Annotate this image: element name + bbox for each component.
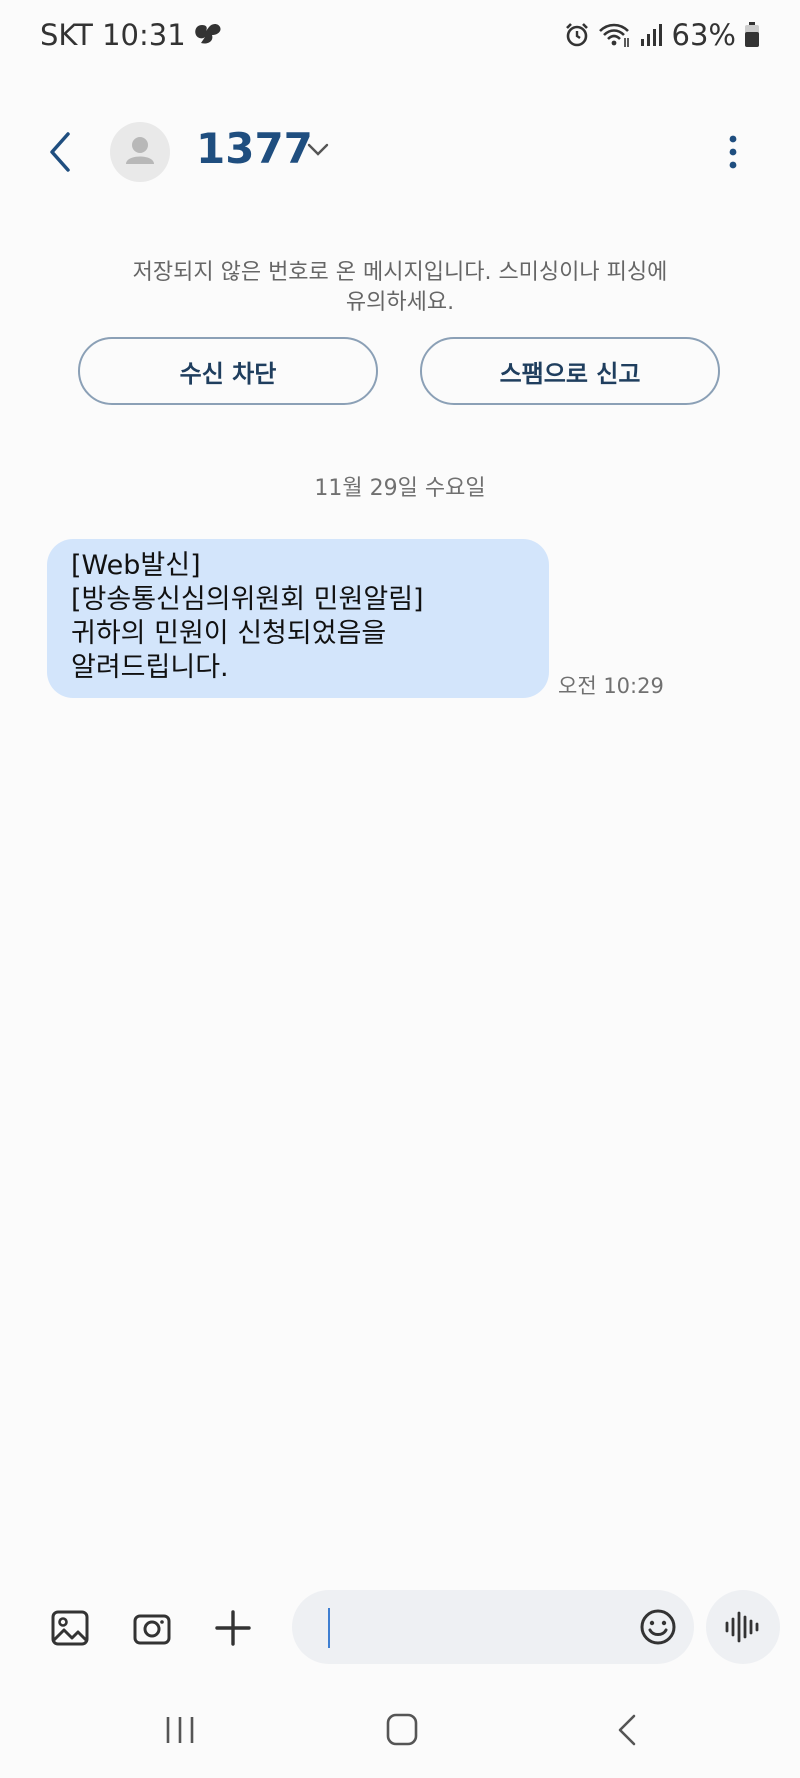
more-vertical-icon: [729, 135, 737, 169]
unknown-number-warning: 저장되지 않은 번호로 온 메시지입니다. 스미싱이나 피싱에 유의하세요.: [80, 258, 720, 318]
plus-icon: [215, 1610, 251, 1646]
more-options-button[interactable]: [726, 132, 740, 172]
emoji-button[interactable]: [638, 1607, 678, 1647]
status-bar: SKT 10:31 63%: [0, 0, 800, 76]
compose-bar: [0, 1590, 800, 1666]
system-back-button[interactable]: [608, 1712, 648, 1748]
wifi-icon: [598, 22, 632, 48]
block-number-button[interactable]: 수신 차단: [78, 337, 378, 405]
conversation-header: 1377: [0, 110, 800, 194]
message-line: [Web발신]: [71, 550, 201, 581]
message-bubble[interactable]: [Web발신] [방송통신심의위원회 민원알림] 귀하의 민원이 신청되었음을 …: [47, 539, 549, 698]
add-attachment-button[interactable]: [213, 1608, 253, 1648]
status-right: 63%: [564, 18, 760, 52]
recents-icon: [166, 1717, 194, 1743]
recents-button[interactable]: [160, 1712, 200, 1748]
chevron-down-icon: [307, 143, 329, 156]
contact-dropdown[interactable]: [306, 140, 330, 160]
report-spam-button[interactable]: 스팸으로 신고: [420, 337, 720, 405]
home-icon: [386, 1713, 418, 1746]
person-icon: [126, 137, 154, 164]
avatar[interactable]: [110, 122, 170, 182]
back-button[interactable]: [40, 128, 84, 176]
status-left: SKT 10:31: [40, 18, 224, 52]
system-nav-bar: [0, 1700, 800, 1760]
sync-icon: [192, 21, 224, 49]
date-separator: 11월 29일 수요일: [314, 476, 486, 501]
message-line: 귀하의 민원이 신청되었음을: [71, 618, 387, 649]
message-line: 알려드립니다.: [71, 652, 229, 683]
voice-input-button[interactable]: [706, 1590, 780, 1664]
home-button[interactable]: [382, 1712, 422, 1748]
gallery-icon: [51, 1610, 89, 1646]
carrier-time: SKT 10:31: [40, 18, 186, 52]
signal-icon: [640, 23, 664, 47]
back-arrow-icon: [618, 1714, 636, 1746]
gallery-button[interactable]: [50, 1608, 90, 1648]
text-caret: [328, 1608, 330, 1648]
message-line: [방송통신심의위원회 민원알림]: [71, 584, 424, 615]
message-timestamp: 오전 10:29: [558, 674, 664, 698]
warning-line-2: 유의하세요.: [345, 290, 455, 315]
chevron-left-icon: [50, 132, 70, 172]
contact-name[interactable]: 1377: [196, 124, 313, 173]
alarm-icon: [564, 22, 590, 48]
voice-waveform-icon: [725, 1611, 759, 1643]
warning-line-1: 저장되지 않은 번호로 온 메시지입니다. 스미싱이나 피싱에: [132, 260, 668, 285]
battery-icon: [744, 22, 760, 48]
camera-icon: [133, 1614, 171, 1645]
camera-button[interactable]: [132, 1608, 172, 1648]
battery-percent: 63%: [671, 18, 736, 52]
message-input[interactable]: [292, 1590, 694, 1664]
emoji-icon: [640, 1609, 676, 1645]
